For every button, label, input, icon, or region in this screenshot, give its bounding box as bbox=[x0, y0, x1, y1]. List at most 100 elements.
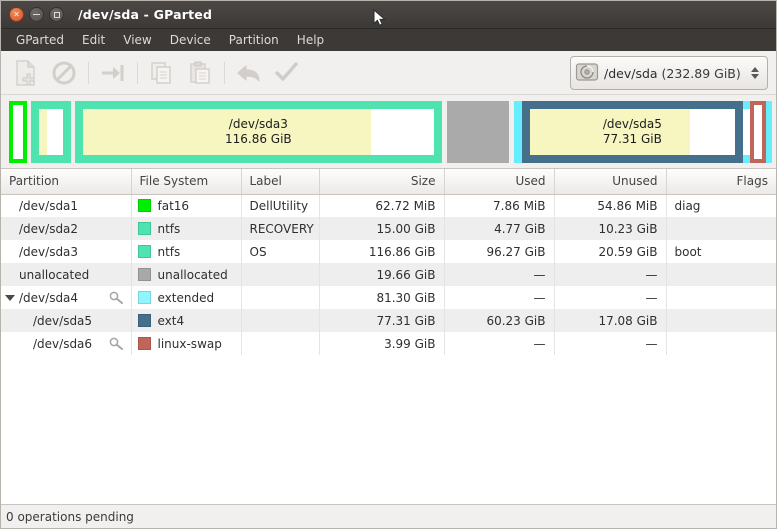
partition-table-container: Partition File System Label Size Used Un… bbox=[1, 169, 776, 504]
filesystem-color-swatch bbox=[137, 291, 151, 304]
apply-button[interactable] bbox=[268, 56, 306, 90]
partition-table-body: /dev/sda1 fat16 DellUtility 62.72 MiB 7.86 M… bbox=[1, 194, 776, 355]
cell-size: 116.86 GiB bbox=[319, 240, 445, 263]
table-row[interactable]: /dev/sda5 ext4 77.31 GiB 60.23 GiB 17.08 GiB bbox=[1, 309, 776, 332]
cell-unused: 54.86 MiB bbox=[554, 194, 667, 217]
column-header-filesystem[interactable]: File System bbox=[131, 169, 242, 195]
copy-button[interactable] bbox=[143, 56, 181, 90]
partition-name: /dev/sda3 bbox=[19, 244, 79, 259]
table-row[interactable]: /dev/sda6 linux-swap 3.99 GiB — — bbox=[1, 332, 776, 355]
cell-used: 60.23 GiB bbox=[444, 309, 555, 332]
undo-button[interactable] bbox=[230, 56, 268, 90]
maximize-button[interactable] bbox=[49, 7, 64, 22]
cell-flags bbox=[666, 332, 776, 355]
cell-filesystem: ext4 bbox=[131, 309, 242, 332]
menu-bar: GParted Edit View Device Partition Help bbox=[1, 29, 776, 51]
cell-size: 3.99 GiB bbox=[319, 332, 445, 355]
menu-help[interactable]: Help bbox=[288, 31, 333, 49]
cell-filesystem: ntfs bbox=[131, 240, 242, 263]
cell-label bbox=[241, 263, 320, 286]
cell-filesystem: fat16 bbox=[131, 194, 242, 217]
filesystem-color-swatch bbox=[137, 222, 151, 235]
cell-flags bbox=[666, 286, 776, 309]
spinner-arrows-icon[interactable] bbox=[751, 67, 763, 79]
partition-name: /dev/sda2 bbox=[19, 221, 79, 236]
new-partition-button[interactable] bbox=[7, 56, 45, 90]
cell-flags bbox=[666, 217, 776, 240]
graphic-sda6-swap[interactable] bbox=[750, 101, 766, 163]
prohibited-icon bbox=[52, 61, 76, 85]
partition-name: /dev/sda5 bbox=[33, 313, 93, 328]
filesystem-name: ext4 bbox=[157, 313, 185, 328]
cell-size: 19.66 GiB bbox=[319, 263, 445, 286]
status-bar: 0 operations pending bbox=[1, 504, 776, 528]
graphic-sda2[interactable] bbox=[30, 101, 71, 163]
paste-button[interactable] bbox=[181, 56, 219, 90]
filesystem-color-swatch bbox=[137, 199, 151, 213]
close-button[interactable]: ✕ bbox=[9, 7, 24, 22]
menu-gparted[interactable]: GParted bbox=[7, 31, 73, 49]
column-header-flags[interactable]: Flags bbox=[666, 169, 776, 195]
cell-size: 81.30 GiB bbox=[319, 286, 445, 309]
paste-clipboard-icon bbox=[188, 61, 212, 85]
column-header-unused[interactable]: Unused bbox=[554, 169, 667, 195]
checkmark-icon bbox=[275, 61, 299, 84]
device-selector[interactable]: /dev/sda (232.89 GiB) bbox=[570, 56, 768, 90]
menu-partition[interactable]: Partition bbox=[220, 31, 288, 49]
filesystem-name: unallocated bbox=[157, 267, 228, 282]
table-row[interactable]: unallocated unallocated 19.66 GiB — — bbox=[1, 263, 776, 286]
toolbar-separator bbox=[88, 61, 89, 84]
expander-triangle-icon[interactable] bbox=[5, 294, 15, 301]
device-size: (232.89 GiB) bbox=[661, 65, 741, 81]
filesystem-color-swatch bbox=[137, 245, 151, 258]
cell-label bbox=[241, 309, 320, 332]
cell-partition: /dev/sda2 bbox=[1, 217, 132, 240]
minimize-button[interactable] bbox=[29, 7, 44, 22]
graphic-unallocated[interactable] bbox=[446, 101, 509, 163]
column-header-used[interactable]: Used bbox=[444, 169, 555, 195]
table-row[interactable]: /dev/sda4 extended 81.30 GiB — — bbox=[1, 286, 776, 309]
cell-used: — bbox=[444, 286, 555, 309]
cell-used: — bbox=[444, 263, 555, 286]
cell-unused: — bbox=[554, 286, 667, 309]
cell-used: 7.86 MiB bbox=[444, 194, 555, 217]
partition-block-used bbox=[454, 109, 501, 155]
filesystem-color-swatch bbox=[137, 314, 151, 327]
table-row[interactable]: /dev/sda2 ntfs RECOVERY 15.00 GiB 4.77 GiB 10… bbox=[1, 217, 776, 240]
filesystem-name: fat16 bbox=[157, 198, 190, 213]
cell-label: OS bbox=[241, 240, 320, 263]
cell-used: — bbox=[444, 332, 555, 355]
partition-graphic: /dev/sda3 116.86 GiB/dev/sda5 77.31 GiB bbox=[1, 95, 776, 169]
toolbar-separator bbox=[224, 61, 225, 84]
partition-block-used bbox=[529, 109, 690, 155]
cell-unused: — bbox=[554, 263, 667, 286]
column-header-label[interactable]: Label bbox=[241, 169, 320, 195]
resize-arrow-icon bbox=[100, 63, 126, 83]
partition-name: unallocated bbox=[19, 267, 90, 282]
undo-arrow-icon bbox=[236, 62, 262, 84]
column-header-partition[interactable]: Partition bbox=[1, 169, 132, 195]
magnifier-key-icon bbox=[109, 337, 125, 350]
table-row[interactable]: /dev/sda1 fat16 DellUtility 62.72 MiB 7.86 M… bbox=[1, 194, 776, 217]
cell-size: 15.00 GiB bbox=[319, 217, 445, 240]
partition-graphic-strip: /dev/sda3 116.86 GiB/dev/sda5 77.31 GiB bbox=[5, 101, 772, 163]
graphic-sda5[interactable]: /dev/sda5 77.31 GiB bbox=[521, 101, 744, 163]
cell-filesystem: unallocated bbox=[131, 263, 242, 286]
partition-block-free bbox=[754, 105, 762, 159]
gparted-window: ✕ /dev/sda - GParted GParted Edit View D… bbox=[0, 0, 777, 529]
delete-partition-button[interactable] bbox=[45, 56, 83, 90]
graphic-sda1[interactable] bbox=[8, 101, 27, 163]
cell-unused: — bbox=[554, 332, 667, 355]
resize-move-button[interactable] bbox=[94, 56, 132, 90]
graphic-sda3[interactable]: /dev/sda3 116.86 GiB bbox=[74, 101, 442, 163]
partition-block-used bbox=[82, 109, 371, 155]
cell-label bbox=[241, 332, 320, 355]
menu-edit[interactable]: Edit bbox=[73, 31, 114, 49]
menu-view[interactable]: View bbox=[114, 31, 160, 49]
menu-device[interactable]: Device bbox=[161, 31, 220, 49]
column-header-size[interactable]: Size bbox=[319, 169, 445, 195]
table-row[interactable]: /dev/sda3 ntfs OS 116.86 GiB 96.27 GiB 20.59 … bbox=[1, 240, 776, 263]
status-text: 0 operations pending bbox=[6, 509, 134, 524]
filesystem-name: ntfs bbox=[157, 244, 181, 259]
